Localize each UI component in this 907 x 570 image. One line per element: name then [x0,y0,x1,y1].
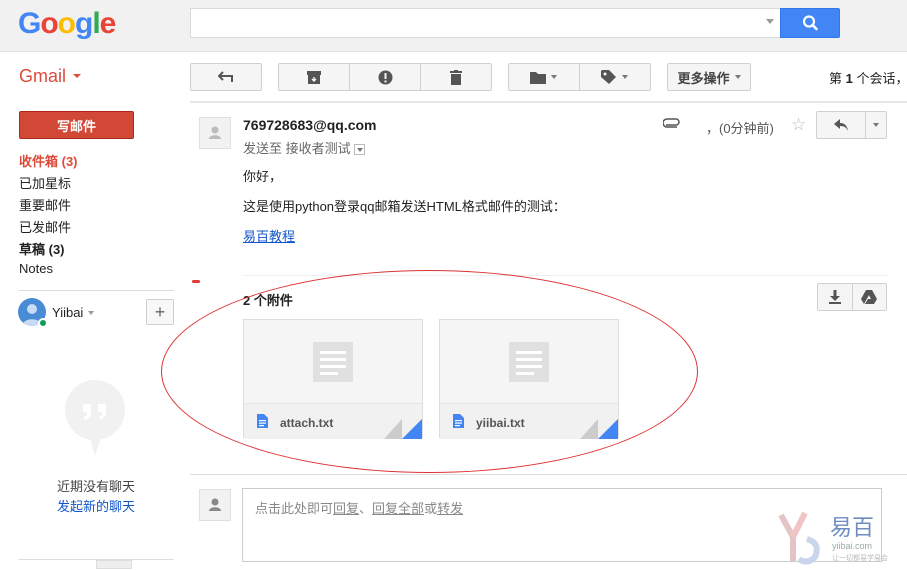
chevron-down-icon[interactable] [73,74,81,78]
reply-button-group [816,111,887,139]
sender-avatar [199,117,231,149]
chevron-down-icon [734,75,741,79]
sidebar-item-drafts[interactable]: 草稿 (3) [19,239,65,258]
no-chats-text: 近期没有聊天 [56,479,135,494]
labels-button[interactable] [580,64,651,90]
divider [190,101,907,103]
drive-icon [861,290,878,304]
paperclip-icon [662,118,681,133]
person-icon [209,126,221,139]
sidebar-item-inbox[interactable]: 收件箱 (3) [19,151,78,170]
archive-icon [307,70,321,84]
message-link[interactable]: 易百教程 [243,226,295,245]
search-input[interactable] [190,8,780,38]
yiibai-logo-icon [777,509,825,570]
chevron-down-icon[interactable] [88,311,94,315]
reply-link[interactable]: 回复 [333,501,359,516]
reply-icon [834,119,849,131]
online-status-icon [38,318,48,328]
chevron-down-icon [622,75,629,79]
message-body: 这是使用python登录qq邮箱发送HTML格式邮件的测试： [243,199,566,214]
move-to-button[interactable] [509,64,580,90]
annotation-ellipse [161,270,698,473]
chevron-down-icon [873,123,880,127]
more-actions-button[interactable]: 更多操作 [667,63,751,91]
save-to-drive-button[interactable] [853,284,887,310]
watermark-name: 易百 [830,515,875,540]
forward-link[interactable]: 转发 [437,501,463,516]
conversation-counter: 第 1 个会话， [829,71,907,86]
message-greeting: 你好， [243,169,283,184]
label-icon [601,70,617,84]
my-avatar [199,489,231,521]
download-icon [828,290,841,304]
sidebar-item-important[interactable]: 重要邮件 [19,195,71,214]
person-icon [209,498,221,511]
reply-all-link[interactable]: 回复全部 [372,501,424,516]
sidebar-item-notes[interactable]: Notes [19,261,53,276]
start-chat-link[interactable]: 发起新的聊天 [0,496,192,515]
search-icon [802,15,818,31]
trash-icon [450,69,462,85]
action-button-group [278,63,492,91]
spam-icon [378,70,392,84]
search-button[interactable] [780,8,840,38]
user-name[interactable]: Yiibai [52,305,83,320]
divider [190,474,907,475]
watermark-tagline: 让一切都易学易会 [832,555,888,562]
folder-icon [530,71,547,84]
star-icon[interactable]: ☆ [791,115,806,135]
watermark-site: yiibai.com [832,541,873,551]
compose-button[interactable]: 写邮件 [19,111,134,139]
archive-button[interactable] [279,64,350,90]
report-spam-button[interactable] [350,64,421,90]
gmail-menu[interactable]: Gmail [19,66,66,87]
sender-email[interactable]: 769728683@qq.com [243,117,377,133]
download-all-button[interactable] [818,284,853,310]
more-options-button[interactable] [866,112,886,138]
back-button[interactable] [190,63,262,91]
recipient-line: 发送至 接收者测试 [243,138,365,157]
sidebar-item-sent[interactable]: 已发邮件 [19,217,71,236]
back-arrow-icon [218,71,233,82]
annotation-mark [192,280,200,283]
chat-bubble-icon [62,380,128,459]
message-time: ，(0分钟前) [706,121,774,136]
sidebar-item-starred[interactable]: 已加星标 [19,173,71,192]
show-details-icon[interactable] [353,144,365,156]
reply-button[interactable] [817,112,867,138]
search-options-caret-icon[interactable] [766,19,774,24]
sidebar-tab[interactable] [96,560,132,569]
divider [19,290,174,291]
move-label-group [508,63,651,91]
delete-button[interactable] [421,64,491,90]
chevron-down-icon [551,75,558,79]
google-logo[interactable]: Google [18,7,116,41]
plus-icon: + [154,301,166,322]
reply-prompt: 点击此处即可回复、回复全部或转发 [255,501,464,516]
new-chat-button[interactable]: + [146,299,174,325]
attachments-actions [817,283,887,311]
